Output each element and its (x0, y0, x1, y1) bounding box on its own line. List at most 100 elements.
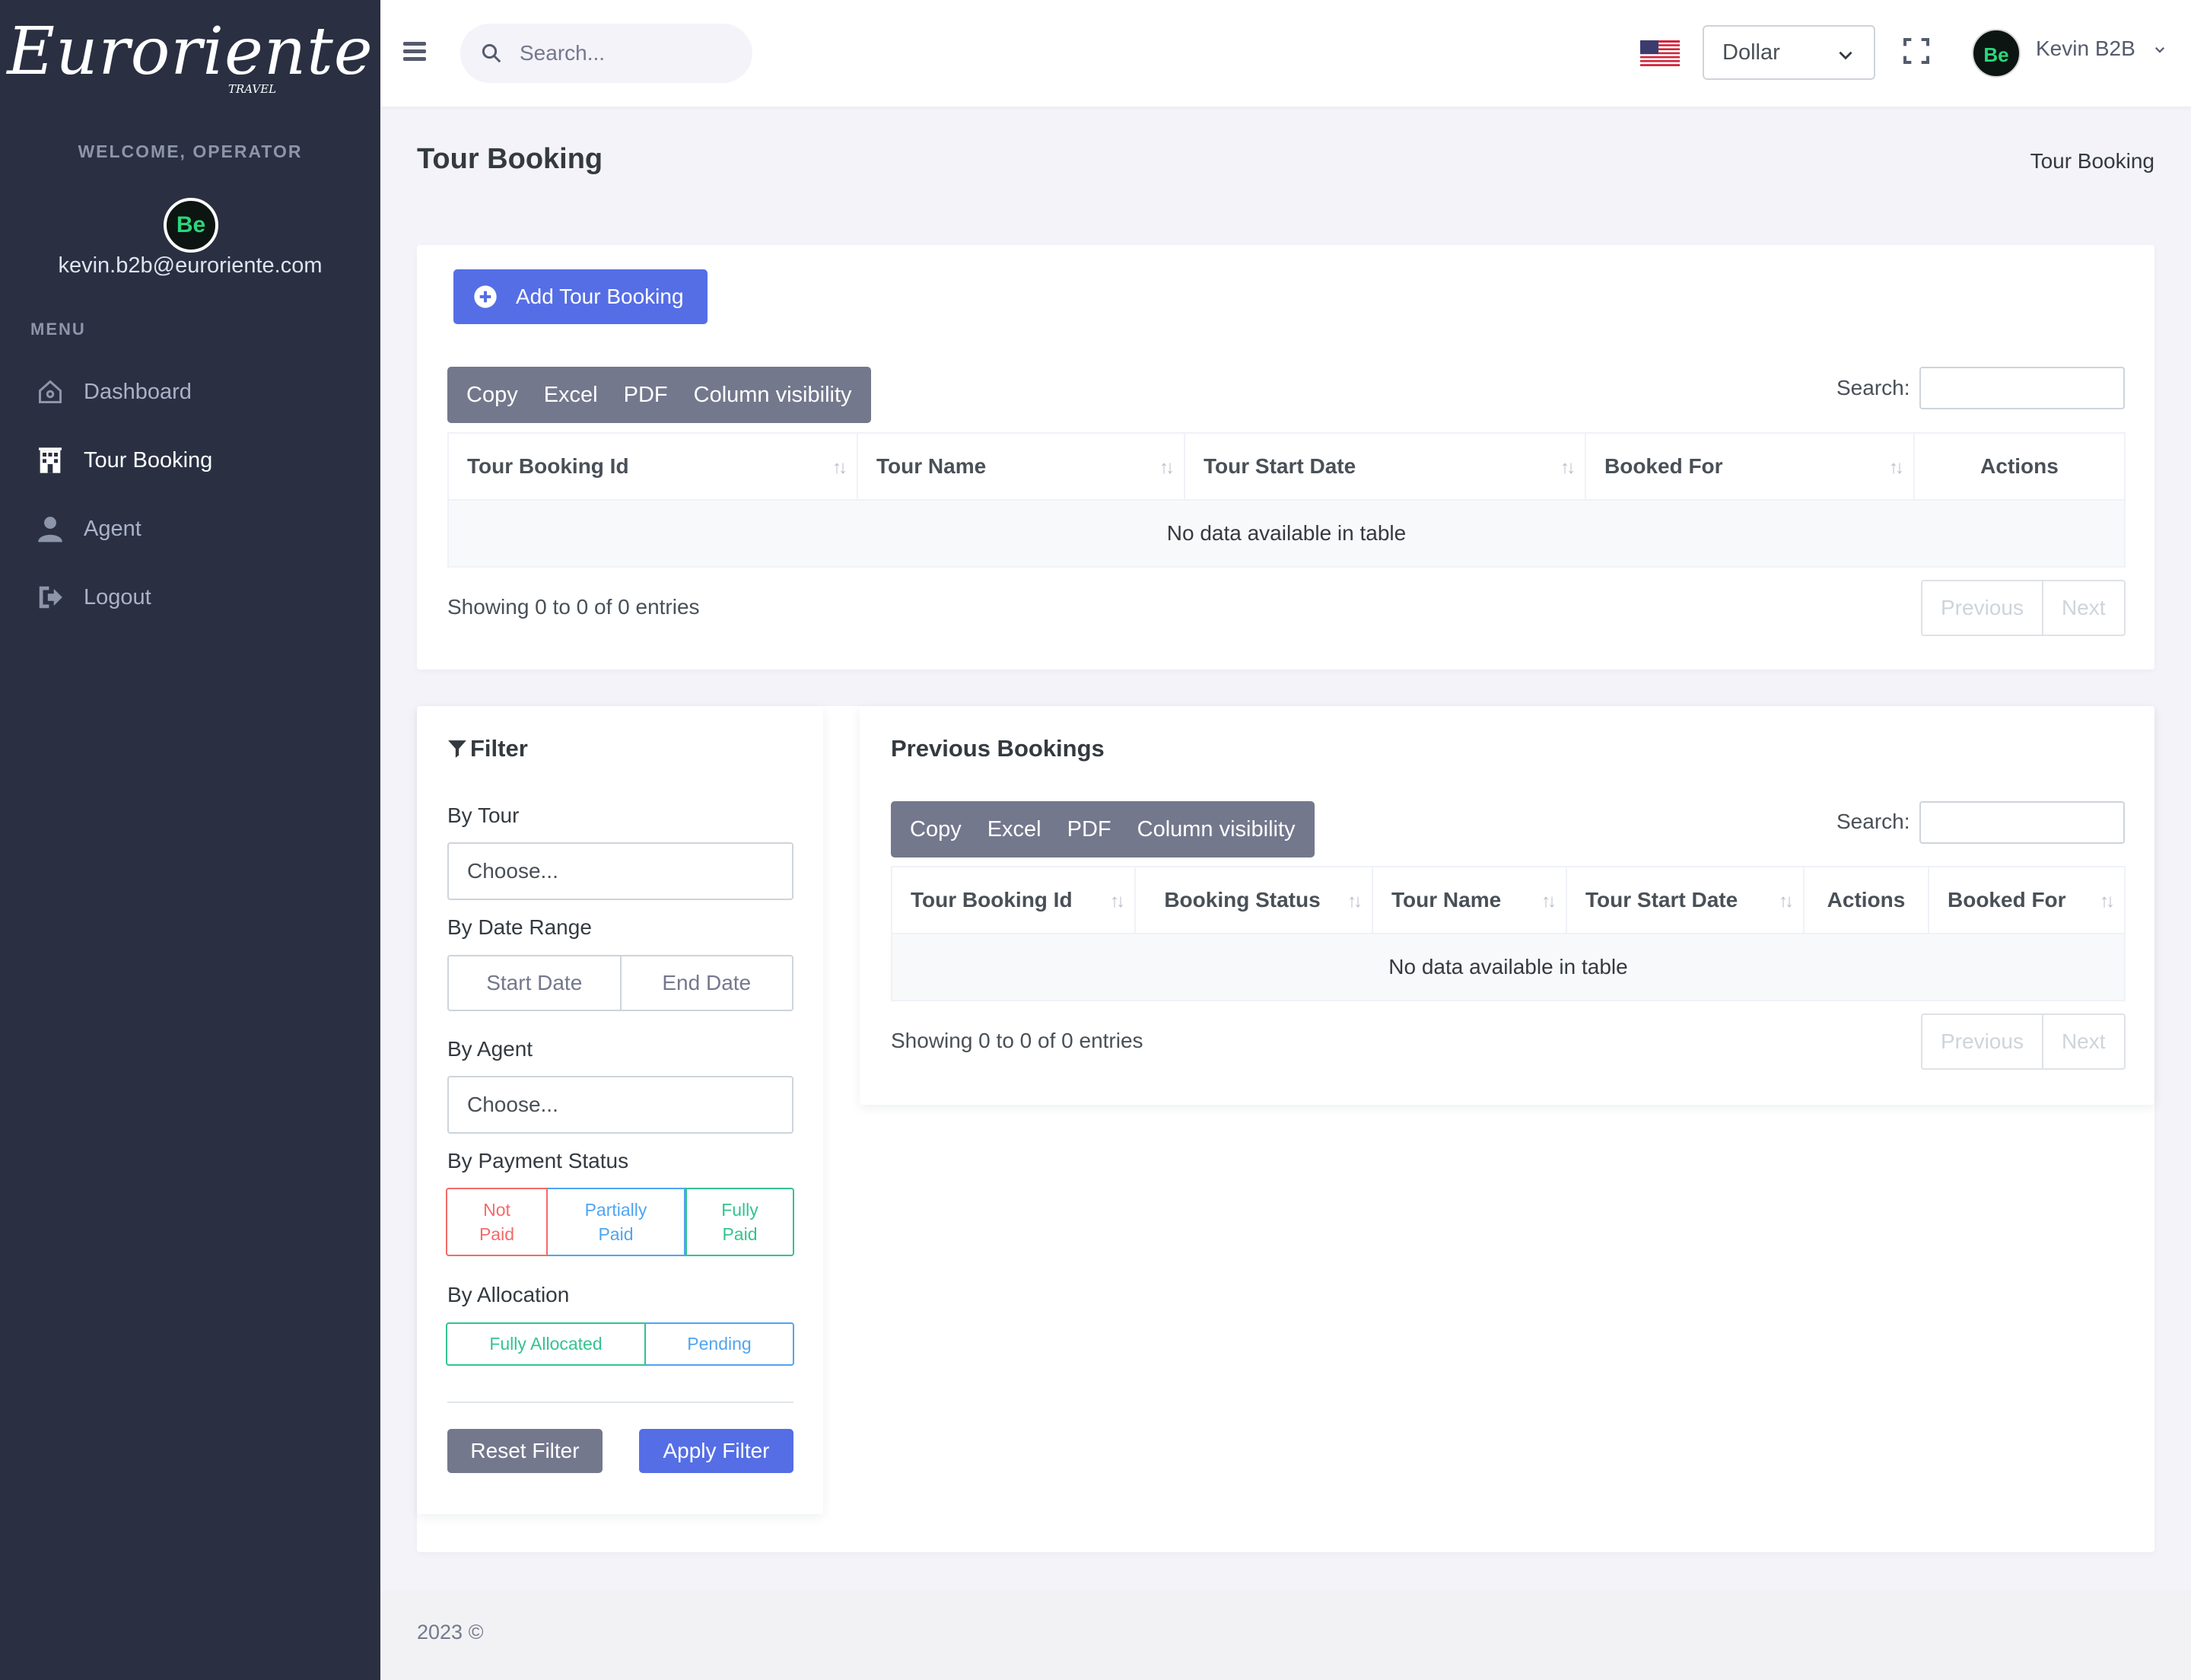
pending-button[interactable]: Pending (646, 1322, 794, 1366)
sort-icon: ↑↓ (1159, 457, 1175, 478)
pdf-button[interactable]: PDF (1054, 801, 1124, 858)
table-search-input[interactable] (1919, 801, 2125, 844)
column-header-label: Tour Start Date (1585, 888, 1738, 912)
sort-icon: ↑↓ (1560, 457, 1576, 478)
copy-button[interactable]: Copy (453, 367, 531, 423)
column-visibility-button[interactable]: Column visibility (1124, 801, 1309, 858)
sort-icon: ↑↓ (1889, 457, 1904, 478)
column-header-booked-for[interactable]: Booked For ↑↓ (1928, 866, 2126, 934)
column-header-tour-start-date[interactable]: Tour Start Date ↑↓ (1566, 866, 1805, 934)
by-tour-label: By Tour (447, 803, 520, 827)
us-flag-icon[interactable] (1640, 40, 1680, 66)
sidebar-item-label: Dashboard (84, 379, 192, 404)
add-tour-booking-label: Add Tour Booking (516, 285, 684, 308)
column-header-booking-status[interactable]: Booking Status ↑↓ (1134, 866, 1373, 934)
chevron-down-icon[interactable] (2153, 43, 2167, 56)
fullscreen-icon[interactable] (1901, 36, 1932, 66)
end-date-field[interactable]: End Date (619, 956, 793, 1010)
currency-value: Dollar (1722, 40, 1780, 65)
not-paid-button[interactable]: Not Paid (446, 1188, 548, 1256)
currency-select[interactable]: Dollar (1703, 25, 1875, 80)
table-info: Showing 0 to 0 of 0 entries (447, 595, 700, 619)
building-icon (35, 445, 65, 476)
previous-page-button[interactable]: Previous (1922, 1015, 2042, 1068)
partially-paid-button[interactable]: Partially Paid (548, 1188, 685, 1256)
logo-text: Euroriente (7, 14, 374, 90)
column-header-actions: Actions (1913, 432, 2126, 501)
column-header-label: Actions (1980, 454, 2059, 478)
menu-title: MENU (30, 320, 86, 339)
export-button-group: Copy Excel PDF Column visibility (891, 801, 1315, 858)
avatar: Be (164, 198, 218, 253)
fully-paid-line2: Paid (722, 1224, 758, 1244)
sidebar-item-logout[interactable]: Logout (0, 567, 380, 628)
sidebar-item-label: Tour Booking (84, 447, 213, 473)
column-header-label: Tour Name (1391, 888, 1502, 912)
date-range: Start Date End Date (447, 955, 793, 1011)
payment-status-group: Not Paid Partially Paid Fully Paid (446, 1188, 794, 1256)
previous-page-button[interactable]: Previous (1922, 581, 2042, 635)
next-page-button[interactable]: Next (2041, 581, 2124, 635)
sidebar-item-label: Agent (84, 516, 142, 541)
sort-icon: ↑↓ (1347, 891, 1363, 912)
page-title: Tour Booking (417, 143, 603, 175)
table-search-label: Search: (1836, 810, 1910, 833)
pagination: Previous Next (1921, 1013, 2126, 1070)
partially-paid-line1: Partially (584, 1200, 647, 1220)
search-input[interactable] (520, 24, 740, 83)
sidebar-item-dashboard[interactable]: Dashboard (0, 361, 380, 422)
pdf-button[interactable]: PDF (611, 367, 681, 423)
previous-bookings-table: Tour Booking Id ↑↓ Booking Status ↑↓ Tour … (891, 866, 2126, 1001)
user-menu[interactable]: Kevin B2B (2036, 37, 2135, 61)
column-header-tour-booking-id[interactable]: Tour Booking Id ↑↓ (891, 866, 1136, 934)
table-search-label: Search: (1836, 376, 1910, 399)
footer: 2023 © (380, 1590, 2191, 1680)
avatar[interactable]: Be (1972, 29, 2021, 78)
user-email: kevin.b2b@euroriente.com (58, 253, 323, 278)
column-visibility-button[interactable]: Column visibility (681, 367, 865, 423)
sort-icon: ↑↓ (1779, 891, 1794, 912)
excel-button[interactable]: Excel (531, 367, 611, 423)
allocation-group: Fully Allocated Pending (446, 1322, 794, 1366)
export-button-group: Copy Excel PDF Column visibility (447, 367, 871, 423)
previous-bookings-title: Previous Bookings (891, 735, 1105, 762)
column-header-label: Actions (1827, 888, 1906, 912)
column-header-label: Tour Start Date (1204, 454, 1356, 478)
by-agent-label: By Agent (447, 1037, 533, 1061)
column-header-tour-name[interactable]: Tour Name ↑↓ (857, 432, 1185, 501)
column-header-tour-booking-id[interactable]: Tour Booking Id ↑↓ (447, 432, 858, 501)
sidebar-item-label: Logout (84, 584, 151, 609)
fully-paid-line1: Fully (721, 1200, 758, 1220)
next-page-button[interactable]: Next (2041, 1015, 2124, 1068)
sidebar-item-tour-booking[interactable]: Tour Booking (0, 430, 380, 491)
start-date-field[interactable]: Start Date (449, 956, 620, 1010)
column-header-tour-start-date[interactable]: Tour Start Date ↑↓ (1184, 432, 1586, 501)
brand-logo[interactable]: Euroriente TRAVEL (0, 14, 380, 96)
tour-select[interactable]: Choose... (447, 842, 793, 900)
column-header-label: Tour Name (876, 454, 987, 478)
welcome-text: WELCOME, OPERATOR (78, 142, 303, 161)
user-icon (35, 514, 65, 544)
copy-button[interactable]: Copy (897, 801, 975, 858)
column-header-booked-for[interactable]: Booked For ↑↓ (1585, 432, 1915, 501)
by-payment-status-label: By Payment Status (447, 1149, 629, 1172)
excel-button[interactable]: Excel (975, 801, 1054, 858)
menu-toggle-icon[interactable] (403, 38, 435, 67)
topbar: Dollar Be Kevin B2B (380, 0, 2191, 107)
footer-text: 2023 © (417, 1621, 484, 1643)
apply-filter-button[interactable]: Apply Filter (639, 1429, 793, 1473)
column-header-tour-name[interactable]: Tour Name ↑↓ (1372, 866, 1567, 934)
empty-table-message: No data available in table (891, 933, 2126, 1001)
fully-allocated-button[interactable]: Fully Allocated (446, 1322, 646, 1366)
sort-icon: ↑↓ (2100, 891, 2115, 912)
table-search-input[interactable] (1919, 367, 2125, 409)
reset-filter-button[interactable]: Reset Filter (447, 1429, 603, 1473)
breadcrumb[interactable]: Tour Booking (2030, 149, 2154, 173)
fully-paid-button[interactable]: Fully Paid (685, 1188, 794, 1256)
sidebar-item-agent[interactable]: Agent (0, 498, 380, 559)
add-tour-booking-button[interactable]: Add Tour Booking (453, 269, 708, 324)
agent-select[interactable]: Choose... (447, 1076, 793, 1134)
by-allocation-label: By Allocation (447, 1283, 570, 1306)
logo-subtext: TRAVEL (228, 82, 277, 96)
column-header-label: Tour Booking Id (467, 454, 629, 478)
